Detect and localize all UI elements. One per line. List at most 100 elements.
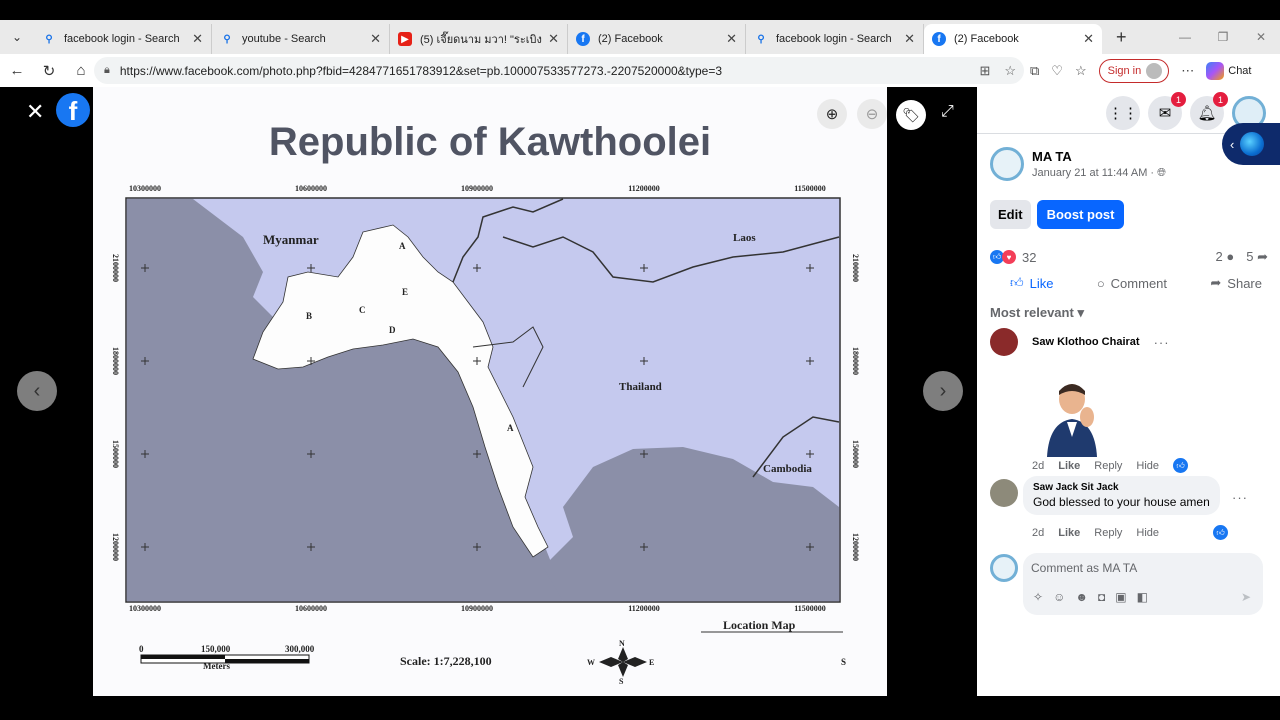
avatar-sticker-icon[interactable]: ✧ [1033, 590, 1043, 604]
comment-age[interactable]: 2d [1032, 527, 1044, 539]
extensions-icon[interactable]: ⧉ [1030, 63, 1039, 79]
like-button[interactable]: 👍︎ Like [1010, 275, 1053, 291]
zoom-in-icon[interactable]: ⊕ [817, 99, 847, 129]
author-avatar[interactable] [990, 147, 1024, 181]
smiley-icon[interactable]: ☻ [1075, 590, 1088, 604]
author-name[interactable]: MA TA [1032, 149, 1166, 164]
close-tab-icon[interactable]: ✕ [726, 31, 737, 47]
tab-actions-chevron-icon[interactable]: ⌄ [0, 20, 34, 54]
close-tab-icon[interactable]: ✕ [370, 31, 381, 47]
comment-text: God blessed to your house amen [1033, 495, 1210, 509]
share-label: Share [1227, 275, 1262, 291]
refresh-icon[interactable]: ↻ [34, 62, 64, 80]
comment-age[interactable]: 2d [1032, 460, 1044, 472]
share-icon: ➦ [1210, 275, 1222, 290]
app-available-icon[interactable]: ⊞ [979, 63, 990, 79]
tab-facebook-login-search-1[interactable]: ⚲ facebook login - Search ✕ [34, 24, 212, 54]
tab-facebook-1[interactable]: f (2) Facebook ✕ [568, 24, 746, 54]
scale-text: Scale: 1:7,228,100 [400, 654, 492, 668]
back-icon[interactable]: ← [2, 62, 32, 79]
camera-icon[interactable]: ◘ [1098, 590, 1105, 604]
address-bar[interactable]: 🔒︎ https://www.facebook.com/photo.php?fb… [94, 57, 1024, 84]
browser-essentials-icon[interactable]: ♡ [1051, 63, 1063, 79]
fullscreen-icon[interactable]: ⤢ [941, 103, 954, 121]
facebook-logo-icon[interactable]: f [56, 93, 90, 127]
tab-facebook-login-search-2[interactable]: ⚲ facebook login - Search ✕ [746, 24, 924, 54]
left-tick-label: 1500000 [111, 440, 120, 468]
zoom-out-icon[interactable]: ⊖ [857, 99, 887, 129]
gif-icon[interactable]: ▣ [1115, 590, 1126, 604]
sign-in-button[interactable]: Sign in [1098, 58, 1170, 83]
edit-button[interactable]: Edit [990, 200, 1031, 229]
post-date[interactable]: January 21 at 11:44 AM · [1032, 167, 1154, 179]
restore-icon[interactable]: ❐ [1204, 30, 1242, 44]
comment-avatar-sticker [1047, 384, 1097, 457]
copilot-icon [1206, 61, 1225, 80]
share-button[interactable]: ➦ Share [1210, 275, 1262, 291]
right-tick-label: 1800000 [851, 347, 860, 375]
comment-composer[interactable]: Comment as MA TA ✧ ☺ ☻ ◘ ▣ ◧ ➤ [1023, 553, 1263, 615]
comment-reply-button[interactable]: Reply [1094, 460, 1122, 472]
previous-photo-button[interactable]: ‹ [17, 371, 57, 411]
commenter-avatar[interactable] [990, 328, 1018, 356]
search-icon: ⚲ [223, 33, 231, 45]
close-window-icon[interactable]: ✕ [1242, 30, 1280, 44]
shares-count-group[interactable]: 5 ➦ [1246, 249, 1268, 265]
owner-actions: Edit Boost post [990, 200, 1125, 229]
comment-options-icon[interactable]: ··· [1232, 490, 1248, 505]
comment-like-button[interactable]: Like [1058, 527, 1080, 539]
commenter-name[interactable]: Saw Jack Sit Jack [1033, 482, 1210, 493]
comment-reply-button[interactable]: Reply [1094, 527, 1122, 539]
tag-icon[interactable]: 🏷︎ [896, 100, 926, 130]
comment-options-icon[interactable]: ··· [1154, 335, 1170, 350]
send-icon[interactable]: ➤ [1241, 590, 1251, 604]
emoji-icon[interactable]: ☺ [1053, 590, 1065, 604]
bottom-tick-label: 10900000 [461, 604, 493, 613]
commenter-name[interactable]: Saw Klothoo Chairat [1032, 336, 1140, 348]
tab-youtube-search[interactable]: ⚲ youtube - Search ✕ [212, 24, 390, 54]
close-tab-icon[interactable]: ✕ [192, 31, 203, 47]
tab-title: (5) เจี๊ยดนาม มวา! "ระเบิงเศรษฐกิ [420, 34, 542, 46]
commenter-avatar[interactable] [990, 479, 1018, 507]
comment-like-button[interactable]: Like [1058, 460, 1080, 472]
comment-hide-button[interactable]: Hide [1136, 527, 1159, 539]
sticker-icon[interactable]: ◧ [1137, 590, 1148, 604]
next-photo-button[interactable]: › [923, 371, 963, 411]
notifications-bell-icon[interactable]: 🔔︎ 1 [1190, 92, 1228, 130]
lock-icon[interactable]: 🔒︎ [104, 64, 110, 77]
copilot-chat-button[interactable]: Chat [1206, 61, 1252, 80]
close-viewer-icon[interactable]: ✕ [26, 99, 44, 125]
edge-sidebar-toggle[interactable]: ‹ [1222, 123, 1280, 165]
comment-button[interactable]: ○ Comment [1097, 275, 1167, 291]
more-options-icon[interactable]: ⋯ [1181, 63, 1194, 79]
composer-avatar[interactable] [990, 554, 1018, 582]
like-reaction-icon[interactable]: 👍︎ [1173, 458, 1189, 473]
tab-strip: ⌄ ⚲ facebook login - Search ✕ ⚲ youtube … [0, 20, 1280, 54]
home-icon[interactable]: ⌂ [66, 62, 96, 79]
new-tab-icon[interactable]: + [1116, 27, 1127, 48]
tab-youtube-video[interactable]: ▶ (5) เจี๊ยดนาม มวา! "ระเบิงเศรษฐกิ ✕ [390, 24, 568, 54]
like-reaction-icon[interactable]: 👍︎ [1213, 525, 1229, 540]
comment-hide-button[interactable]: Hide [1136, 460, 1159, 472]
favorite-star-icon[interactable]: ☆ [1004, 63, 1016, 79]
comment-2-meta: 2d Like Reply Hide 👍︎ [1032, 525, 1229, 540]
comment-sort-dropdown[interactable]: Most relevant ▾ [990, 305, 1084, 321]
tab-facebook-active[interactable]: f (2) Facebook ✕ [924, 24, 1102, 54]
messenger-icon[interactable]: ✉ 1 [1148, 92, 1186, 130]
menu-grid-icon[interactable]: ⋮⋮ [1106, 96, 1140, 130]
close-tab-icon[interactable]: ✕ [1083, 31, 1094, 47]
boost-post-button[interactable]: Boost post [1036, 200, 1125, 229]
facebook-icon: f [576, 32, 590, 46]
comment-input[interactable]: Comment as MA TA [1031, 561, 1137, 575]
reactions-count[interactable]: 32 [1022, 250, 1036, 265]
minimize-icon[interactable]: — [1166, 30, 1204, 44]
notifications-badge: 1 [1213, 92, 1228, 107]
favorites-icon[interactable]: ☆ [1075, 63, 1087, 79]
edge-icon [1240, 132, 1265, 156]
comments-count-group[interactable]: 2 ● [1216, 249, 1235, 265]
messenger-badge: 1 [1171, 92, 1186, 107]
love-reaction-icon: ♥ [1002, 250, 1016, 264]
profile-avatar-icon [1146, 62, 1163, 79]
close-tab-icon[interactable]: ✕ [904, 31, 915, 47]
close-tab-icon[interactable]: ✕ [548, 31, 559, 47]
